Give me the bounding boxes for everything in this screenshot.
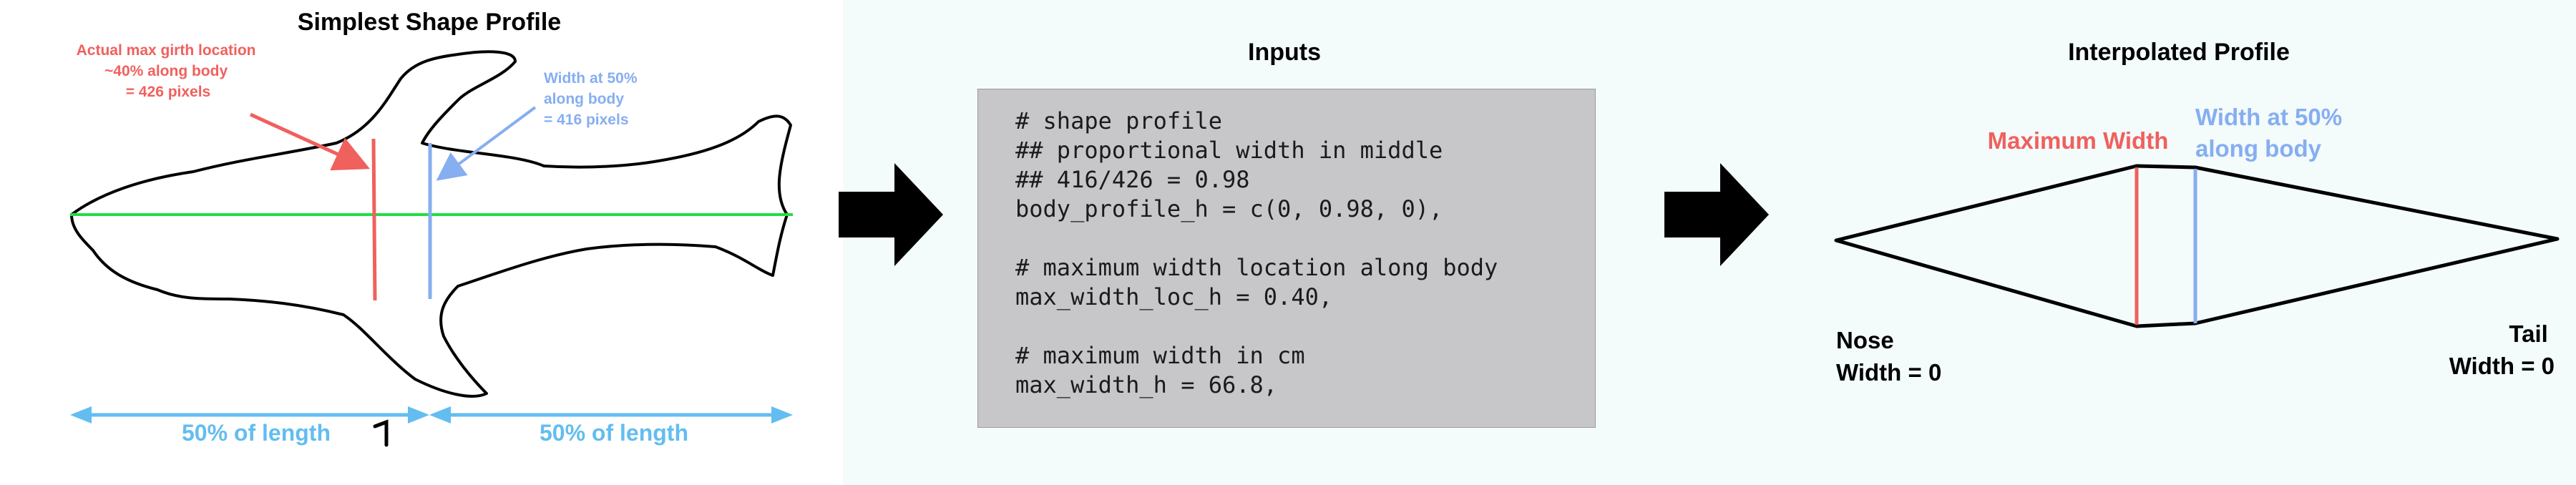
width-50-annotation: Width at 50% along body = 416 pixels [544, 70, 641, 128]
tail-label-line-2: Width = 0 [2449, 353, 2555, 379]
nose-label-line-2: Width = 0 [1836, 359, 1941, 386]
tail-label-line-1: Tail [2509, 320, 2547, 347]
width-50-pointer [436, 106, 537, 181]
code-line: # shape profile [1015, 107, 1222, 134]
code-line: body_profile_h = c(0, 0.98, 0), [1015, 195, 1443, 222]
max-girth-annotation-line-2: ~40% along body [104, 63, 228, 79]
nose-label: Nose Width = 0 [1836, 327, 1941, 386]
code-line: # maximum width in cm [1015, 342, 1305, 369]
max-girth-pointer [249, 112, 371, 171]
arrow-right-icon [839, 163, 943, 266]
interpolated-profile-title: Interpolated Profile [2068, 39, 2290, 66]
tail-label: Tail Width = 0 [2449, 320, 2555, 379]
max-width-label: Maximum Width [1988, 127, 2169, 154]
nose-label-line-1: Nose [1836, 327, 1894, 353]
width-50-profile-label-line-1: Width at 50% [2195, 104, 2342, 130]
width-50-profile-label-line-2: along body [2195, 135, 2322, 162]
midpoint-tick-mark [373, 419, 389, 447]
code-line: ## 416/426 = 0.98 [1015, 166, 1250, 193]
left-panel-title: Simplest Shape Profile [298, 9, 561, 36]
max-girth-annotation: Actual max girth location ~40% along bod… [77, 42, 260, 100]
code-line: max_width_loc_h = 0.40, [1015, 283, 1333, 310]
max-girth-line [371, 138, 377, 301]
width-50-profile-label: Width at 50% along body [2195, 104, 2348, 162]
arrow-right-icon [1664, 163, 1769, 266]
width-50-annotation-line-3: = 416 pixels [544, 112, 629, 128]
left-half-length-label: 50% of length [182, 420, 331, 446]
width-50-annotation-line-2: along body [544, 91, 624, 107]
code-line: # maximum width location along body [1015, 254, 1498, 281]
inputs-title: Inputs [1248, 39, 1321, 66]
right-half-length-label: 50% of length [540, 420, 688, 446]
inputs-code-box: # shape profile ## proportional width in… [977, 89, 1596, 428]
code-line: ## proportional width in middle [1015, 137, 1443, 164]
max-girth-annotation-line-3: = 426 pixels [126, 84, 211, 100]
code-line: max_width_h = 66.8, [1015, 371, 1278, 398]
max-girth-annotation-line-1: Actual max girth location [77, 42, 256, 59]
width-50-annotation-line-1: Width at 50% [544, 70, 638, 87]
